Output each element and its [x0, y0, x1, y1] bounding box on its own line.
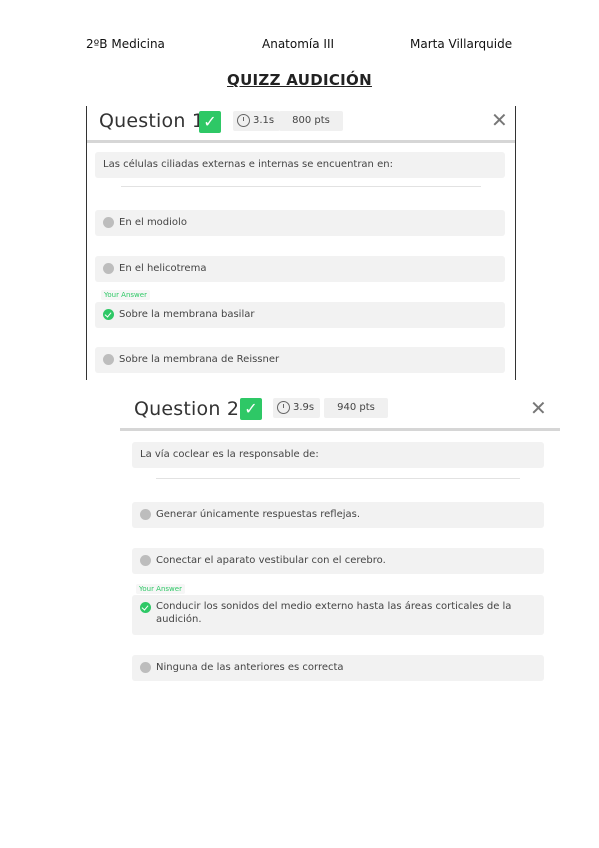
- question-title: Question 2: [134, 398, 240, 420]
- time-badge: 3.1s: [233, 111, 281, 131]
- radio-icon: [140, 662, 151, 673]
- clock-icon: [237, 114, 250, 127]
- question-header: Question 1 ✓ 3.1s 800 pts ✕: [87, 106, 515, 143]
- author-label: Marta Villarquide: [410, 37, 513, 51]
- points-badge: 940 pts: [324, 398, 388, 418]
- question-card-1: Question 1 ✓ 3.1s 800 pts ✕ Las células …: [86, 106, 516, 380]
- question-text: Las células ciliadas externas e internas…: [95, 152, 505, 178]
- close-icon[interactable]: ✕: [491, 108, 508, 132]
- answer-option[interactable]: En el modiolo: [95, 210, 505, 236]
- time-value: 3.9s: [293, 402, 315, 413]
- divider: [156, 478, 520, 479]
- time-value: 3.1s: [253, 115, 275, 126]
- question-card-2: Question 2 ✓ 3.9s 940 pts ✕ La vía cocle…: [120, 388, 560, 688]
- radio-icon: [103, 217, 114, 228]
- close-icon[interactable]: ✕: [530, 396, 547, 420]
- document-title: QUIZZ AUDICIÓN: [227, 71, 372, 89]
- question-text: La vía coclear es la responsable de:: [132, 442, 544, 468]
- clock-icon: [277, 401, 290, 414]
- your-answer-tag: Your Answer: [101, 290, 150, 300]
- option-label: Ninguna de las anteriores es correcta: [156, 662, 344, 673]
- question-title: Question 1: [99, 110, 205, 132]
- time-badge: 3.9s: [273, 398, 321, 418]
- answer-option[interactable]: Sobre la membrana de Reissner: [95, 347, 505, 373]
- answer-option[interactable]: Ninguna de las anteriores es correcta: [132, 655, 544, 681]
- option-label: Sobre la membrana de Reissner: [119, 354, 280, 365]
- answer-option[interactable]: Generar únicamente respuestas reflejas.: [132, 502, 544, 528]
- your-answer-tag: Your Answer: [136, 584, 185, 594]
- radio-icon: [103, 354, 114, 365]
- radio-icon: [140, 555, 151, 566]
- answer-option[interactable]: En el helicotrema: [95, 256, 505, 282]
- correct-check-icon: ✓: [199, 111, 221, 133]
- correct-check-icon: [103, 309, 114, 320]
- option-label: En el helicotrema: [119, 263, 207, 274]
- answer-option-selected[interactable]: Conducir los sonidos del medio externo h…: [132, 595, 544, 635]
- radio-icon: [140, 509, 151, 520]
- option-label: Conectar el aparato vestibular con el ce…: [156, 555, 386, 566]
- option-label: Generar únicamente respuestas reflejas.: [156, 509, 361, 520]
- answer-option-selected[interactable]: Sobre la membrana basilar: [95, 302, 505, 328]
- option-label: Sobre la membrana basilar: [119, 309, 255, 320]
- option-label: En el modiolo: [119, 217, 187, 228]
- answer-option[interactable]: Conectar el aparato vestibular con el ce…: [132, 548, 544, 574]
- divider: [121, 186, 481, 187]
- subject-label: Anatomía III: [262, 37, 335, 51]
- radio-icon: [103, 263, 114, 274]
- course-label: 2ºB Medicina: [86, 37, 165, 51]
- correct-check-icon: [140, 602, 151, 613]
- question-header: Question 2 ✓ 3.9s 940 pts ✕: [120, 388, 560, 431]
- correct-check-icon: ✓: [240, 398, 262, 420]
- option-label: Conducir los sonidos del medio externo h…: [156, 601, 512, 625]
- points-badge: 800 pts: [279, 111, 343, 131]
